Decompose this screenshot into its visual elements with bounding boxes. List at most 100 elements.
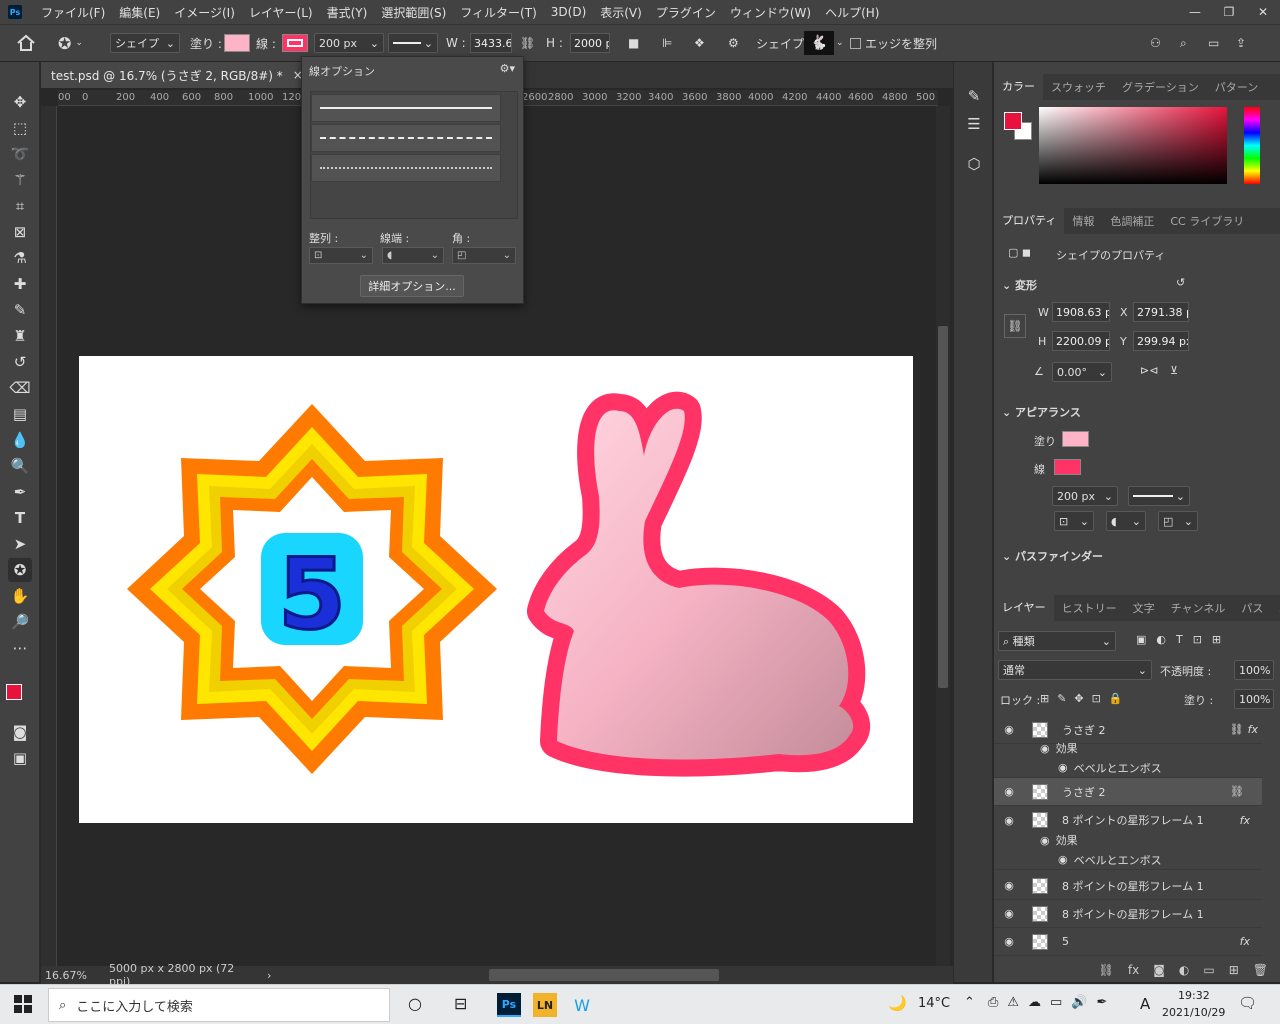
appearance-fill-swatch[interactable] — [1062, 431, 1089, 447]
caps-dropdown[interactable]: ◖ ⌄ — [382, 247, 444, 264]
gear-icon[interactable]: ⚙▾ — [500, 62, 515, 75]
color-field[interactable] — [1039, 107, 1227, 184]
tab-gradients[interactable]: グラデーション — [1114, 79, 1207, 95]
menu-3d[interactable]: 3D(D) — [544, 5, 593, 19]
tab-swatches[interactable]: スウォッチ — [1043, 79, 1114, 95]
tool-preset-picker[interactable]: ✪ ⌄ — [58, 32, 83, 54]
visibility-eye-icon[interactable]: ◉ — [998, 723, 1020, 736]
user-icon[interactable]: ⚇ — [1150, 32, 1161, 54]
layer-row[interactable]: ◉ 8 ポイントの星形フレーム 1 — [994, 900, 1262, 928]
type-tool-icon[interactable]: T — [8, 506, 32, 530]
restore-icon[interactable]: ❐ — [1212, 0, 1246, 24]
quick-mask-icon[interactable]: ◙ — [8, 720, 32, 744]
tab-paragraph[interactable]: 段落 — [1271, 600, 1280, 616]
stroke-solid-option[interactable] — [311, 94, 501, 122]
chevron-up-icon[interactable]: ⌃ — [964, 995, 975, 1010]
color-foreground-swatch[interactable] — [1004, 112, 1022, 130]
tab-color[interactable]: カラー — [994, 74, 1043, 100]
appearance-stroke-type[interactable]: ⌄ — [1128, 486, 1190, 506]
blend-mode-dropdown[interactable]: 通常 ⌄ — [998, 660, 1152, 680]
layer-effect-item[interactable]: ◉ ベベルとエンボス — [994, 850, 1262, 870]
minimize-icon[interactable]: — — [1178, 0, 1212, 24]
tab-history[interactable]: ヒストリー — [1054, 600, 1125, 616]
pen-tool-icon[interactable]: ✒ — [8, 480, 32, 504]
layer-filter-dropdown[interactable]: ⌕ 種類 ⌄ — [998, 631, 1116, 651]
tab-properties[interactable]: プロパティ — [994, 208, 1065, 234]
shape-mode-dropdown[interactable]: シェイプ ⌄ — [110, 33, 180, 53]
appearance-corners-dropdown[interactable]: ◰ ⌄ — [1158, 511, 1198, 531]
tab-character[interactable]: 文字 — [1125, 600, 1163, 616]
layer-effects-row[interactable]: ◉ 効果 — [994, 738, 1262, 758]
tray-icons[interactable]: ⎙⚠☁▭🔊✒ — [988, 995, 1116, 1010]
layer-row-selected[interactable]: ◉ うさぎ 2 ⛓ — [994, 778, 1262, 806]
gear-icon[interactable]: ⚙ — [728, 32, 739, 54]
link-layers-icon[interactable]: ⛓ — [1099, 963, 1114, 977]
visibility-eye-icon[interactable]: ◉ — [1058, 853, 1068, 866]
menu-help[interactable]: ヘルプ(H) — [818, 4, 886, 21]
flip-vertical-icon[interactable]: ⊻ — [1170, 364, 1178, 377]
layer-row[interactable]: ◉ 5 fx — [994, 928, 1262, 956]
link-dimensions-icon[interactable]: ⛓ — [1004, 314, 1026, 338]
search-icon[interactable]: ⌕ — [1180, 32, 1187, 54]
align-dropdown[interactable]: ⊡ ⌄ — [309, 247, 373, 264]
align-edges-checkbox[interactable] — [850, 37, 861, 49]
layer-row[interactable]: ◉ 8 ポイントの星形フレーム 1 — [994, 872, 1262, 900]
path-operations-icon[interactable]: ■ — [628, 32, 639, 54]
prop-width-input[interactable]: 1908.63 p — [1052, 302, 1110, 322]
stroke-width-field[interactable]: 200 px ⌄ — [314, 33, 384, 53]
fill-swatch[interactable] — [224, 34, 250, 52]
menu-image[interactable]: イメージ(I) — [167, 4, 242, 21]
angle-input[interactable]: 0.00° ⌄ — [1052, 362, 1112, 382]
adjustments-icon[interactable]: ☰ — [962, 112, 986, 136]
more-tools-icon[interactable]: ⋯ — [8, 636, 32, 660]
eraser-tool-icon[interactable]: ⌫ — [8, 376, 32, 400]
gradient-tool-icon[interactable]: ▤ — [8, 402, 32, 426]
new-layer-icon[interactable]: ⊞ — [1229, 963, 1239, 977]
visibility-eye-icon[interactable]: ◉ — [998, 907, 1020, 920]
adjustment-layer-icon[interactable]: ◐ — [1179, 963, 1189, 977]
w-taskbar-icon[interactable]: W — [570, 993, 594, 1017]
fx-icon[interactable]: fx — [1248, 723, 1258, 736]
cortana-icon[interactable]: ○ — [408, 994, 422, 1013]
horizontal-scrollbar[interactable] — [489, 969, 719, 981]
visibility-eye-icon[interactable]: ◉ — [998, 814, 1020, 827]
menu-file[interactable]: ファイル(F) — [34, 4, 112, 21]
task-view-icon[interactable]: ⊟ — [454, 994, 467, 1013]
stroke-type-dropdown[interactable]: ⌄ — [388, 33, 438, 53]
screen-mode-icon[interactable]: ▣ — [8, 746, 32, 770]
history-brush-tool-icon[interactable]: ↺ — [8, 350, 32, 374]
appearance-section-title[interactable]: ⌄ アピアランス — [1002, 404, 1081, 420]
crop-tool-icon[interactable]: ⌗ — [8, 194, 32, 218]
reset-icon[interactable]: ↺ — [1176, 276, 1185, 289]
prop-height-input[interactable]: 2200.09 p — [1052, 331, 1110, 351]
taskbar-search-box[interactable]: ⌕ ここに入力して検索 — [48, 988, 390, 1022]
menu-layer[interactable]: レイヤー(L) — [242, 4, 320, 21]
visibility-eye-icon[interactable]: ◉ — [998, 879, 1020, 892]
chevron-right-icon[interactable]: › — [267, 969, 271, 982]
tab-channels[interactable]: チャンネル — [1163, 600, 1234, 616]
close-icon[interactable]: ✕ — [1246, 0, 1280, 24]
path-alignment-icon[interactable]: ⊫ — [662, 32, 672, 54]
windows-start-icon[interactable] — [14, 995, 32, 1013]
menu-view[interactable]: 表示(V) — [593, 4, 649, 21]
menu-plugins[interactable]: プラグイン — [649, 4, 723, 21]
stamp-tool-icon[interactable]: ♜ — [8, 324, 32, 348]
fx-icon[interactable]: fx — [1240, 935, 1250, 948]
brush-tool-icon[interactable]: ✎ — [8, 298, 32, 322]
tab-layers[interactable]: レイヤー — [994, 595, 1054, 621]
brush-settings-icon[interactable]: ✎ — [962, 84, 986, 108]
dodge-tool-icon[interactable]: 🔍 — [8, 454, 32, 478]
custom-shape-tool-icon[interactable]: ✪ — [8, 558, 32, 582]
appearance-stroke-swatch[interactable] — [1054, 459, 1081, 475]
visibility-eye-icon[interactable]: ◉ — [1058, 761, 1068, 774]
canvas[interactable]: 5 — [79, 356, 913, 823]
3d-cube-icon[interactable]: ⬡ — [962, 152, 986, 176]
visibility-eye-icon[interactable]: ◉ — [998, 785, 1020, 798]
weather-moon-icon[interactable]: 🌙 — [888, 994, 907, 1012]
link-icon[interactable]: ⛓ — [520, 32, 535, 54]
appearance-caps-dropdown[interactable]: ◖ ⌄ — [1106, 511, 1146, 531]
path-arrangement-icon[interactable]: ❖ — [694, 32, 705, 54]
menu-select[interactable]: 選択範囲(S) — [374, 4, 453, 21]
layer-effects-row[interactable]: ◉ 効果 — [994, 830, 1262, 850]
corners-dropdown[interactable]: ◰ ⌄ — [452, 247, 516, 264]
